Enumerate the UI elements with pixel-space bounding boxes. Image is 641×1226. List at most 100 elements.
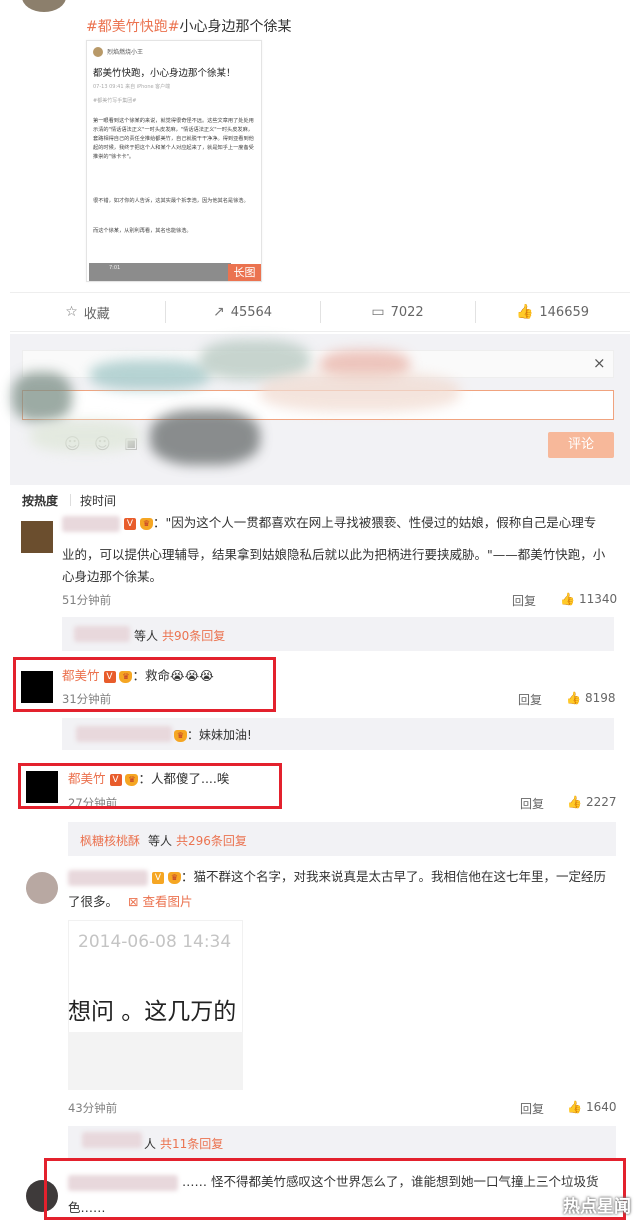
post-long-image[interactable]: 烈焰燃烧小王 都美竹快跑，小心身边那个徐某！ 07-13 09:41 来自 iP… [86,40,262,282]
blurred-username [76,726,172,742]
post-text-body: 小心身边那个徐某 [179,19,292,35]
close-icon[interactable]: × [593,354,606,372]
mosaic-smear [12,372,72,422]
comment-image[interactable]: 2014-06-08 14:34 想问 。这几万的 [68,920,243,1090]
mosaic-smear [260,372,460,412]
comment-image-text: 想问 。这几万的 [68,999,237,1025]
post-action-bar: ☆ 收藏 ↗ 45564 ▭ 7022 👍 146659 [10,292,630,332]
comment-timestamp: 43分钟前 [68,1101,118,1115]
thumb-author: 烈焰燃烧小王 [107,49,144,56]
post-author-avatar[interactable] [22,0,66,12]
comment-text-line: 了很多。 ⊠ 查看图片 [68,891,192,913]
sub-reply-text: ♛ ：妹妹加油! [174,726,252,743]
like-count: 146659 [539,304,590,320]
sub-reply-count[interactable]: 共11条回复 [160,1135,223,1152]
star-icon: ☆ [65,304,78,320]
sub-reply-suffix: 等人 [148,834,173,848]
vip-badge: ♛ [167,871,181,884]
mosaic-smear [30,420,140,452]
sub-reply-box[interactable]: ♛ ：妹妹加油! [62,718,614,750]
highlight-box [44,1158,626,1220]
thumb-tag: #都美竹写手集团# [93,98,137,104]
thumb-title: 都美竹快跑，小心身边那个徐某！ [93,68,236,79]
thumbs-up-icon: 👍 [567,1100,582,1114]
comment-text-line: 心身边那个徐某。 [62,569,163,584]
reply-button[interactable]: 回复 [520,795,544,812]
highlight-box [18,763,282,809]
verified-badge: V [123,517,136,530]
comment-text-line: 业的，可以提供心理辅导，结果拿到姑娘隐私后就以此为把柄进行要挟威胁。"——都美竹… [62,547,606,562]
comment-text-line2: 了很多。 [68,894,119,909]
like-button[interactable]: 👍 1640 [567,1100,617,1114]
forward-count: 45564 [230,304,273,320]
thumb-paragraph: 而这个徐某，从别利再看，其名也能徐浩。 [93,228,192,234]
comment-text-line: ："因为这个人一贯都喜欢在网上寻找被猥亵、性侵过的姑娘，假称自己是心理专 [152,515,597,530]
like-button[interactable]: 👍 2227 [567,795,617,809]
vip-badge: ♛ [139,517,153,530]
thumb-status-time: 7:01 [109,265,121,271]
comment-image-date: 2014-06-08 14:34 [78,932,232,952]
blurred-username [74,626,130,642]
favorite-label: 收藏 [83,306,110,322]
sub-reply-box[interactable]: 等人 共90条回复 [62,617,614,651]
image-icon: ⊠ [128,894,139,909]
thumb-meta: 07-13 09:41 来自 iPhone 客户端 [93,84,171,90]
like-button[interactable]: 👍 146659 [475,293,630,331]
thumbs-up-icon: 👍 [560,592,575,606]
comment-text-line: ：猫不群这个名字，对我来说真是太古早了。我相信他在这七年里，一定经历 [180,869,606,884]
avatar[interactable] [21,521,53,553]
sort-divider [70,494,71,506]
sub-reply-count[interactable]: 共90条回复 [162,627,225,644]
forward-button[interactable]: ↗ 45564 [165,293,320,331]
submit-comment-button[interactable]: 评论 [548,432,614,458]
sub-reply-name[interactable]: 枫糖核桃酥 [80,832,140,849]
thumb-paragraph: 第一眼看到这个徐某的来说，就觉得很奇怪不远。这些文章用了处处用示清的"情话语法正… [93,118,254,160]
like-count: 8198 [584,691,616,705]
like-button[interactable]: 👍 11340 [560,592,617,606]
blurred-username[interactable] [68,869,148,886]
highlight-box [13,657,276,712]
sub-reply-box[interactable]: 枫糖核桃酥 等人 共296条回复 [68,822,616,856]
comment-timestamp: 51分钟前 [62,593,112,607]
reply-button[interactable]: 回复 [518,691,542,708]
sub-reply-suffix: 等人 [134,629,159,643]
comment-count: 7022 [390,304,424,320]
like-count: 1640 [585,1100,617,1114]
thumb-paragraph: 很不错，如才你的人告诉，这其实最个拆李浩，因为他其名是徐浩。 [93,198,249,204]
like-count: 11340 [578,592,618,606]
avatar[interactable] [26,872,58,904]
reply-button[interactable]: 回复 [512,592,536,609]
share-icon: ↗ [212,304,225,320]
thumbs-up-icon: 👍 [566,691,581,705]
comment-icon: ▭ [371,304,385,320]
thumbs-up-icon: 👍 [567,795,582,809]
post-hashtag[interactable]: #都美竹快跑# [86,19,179,35]
thumb-status-bar: 7:01 [89,263,231,281]
view-image-label: 查看图片 [142,894,193,909]
favorite-button[interactable]: ☆ 收藏 [10,293,165,331]
comment-text: V ♛ ："因为这个人一贯都喜欢在网上寻找被猥亵、性侵过的姑娘，假称自己是心理专 [62,512,622,534]
long-image-badge: 长图 [228,264,261,281]
view-image-link[interactable]: ⊠ 查看图片 [128,894,192,909]
thumbs-up-icon: 👍 [515,304,534,320]
comment-text: V ♛ ：猫不群这个名字，对我来说真是太古早了。我相信他在这七年里，一定经历 [68,866,628,888]
sort-by-time-tab[interactable]: 按时间 [80,492,116,509]
mosaic-smear [90,360,210,390]
mosaic-smear [150,410,260,465]
like-button[interactable]: 👍 8198 [566,691,616,705]
vip-badge: ♛ [174,729,187,742]
thumb-avatar [93,47,103,57]
comment-image-footer [68,1032,243,1090]
comment-button[interactable]: ▭ 7022 [320,293,475,331]
sub-reply-body: ：妹妹加油! [187,728,252,742]
watermark: 热点星闻 [563,1197,631,1217]
sub-reply-box[interactable]: 人 共11条回复 [68,1126,616,1158]
sub-reply-suffix: 人 [144,1137,157,1151]
blurred-username[interactable] [62,515,120,532]
reply-button[interactable]: 回复 [520,1100,544,1117]
sub-reply-count[interactable]: 共296条回复 [176,832,247,849]
like-count: 2227 [585,795,617,809]
sort-by-hot-tab[interactable]: 按热度 [22,492,58,509]
verified-badge: V [151,871,164,884]
screenshot-gap [0,750,641,760]
